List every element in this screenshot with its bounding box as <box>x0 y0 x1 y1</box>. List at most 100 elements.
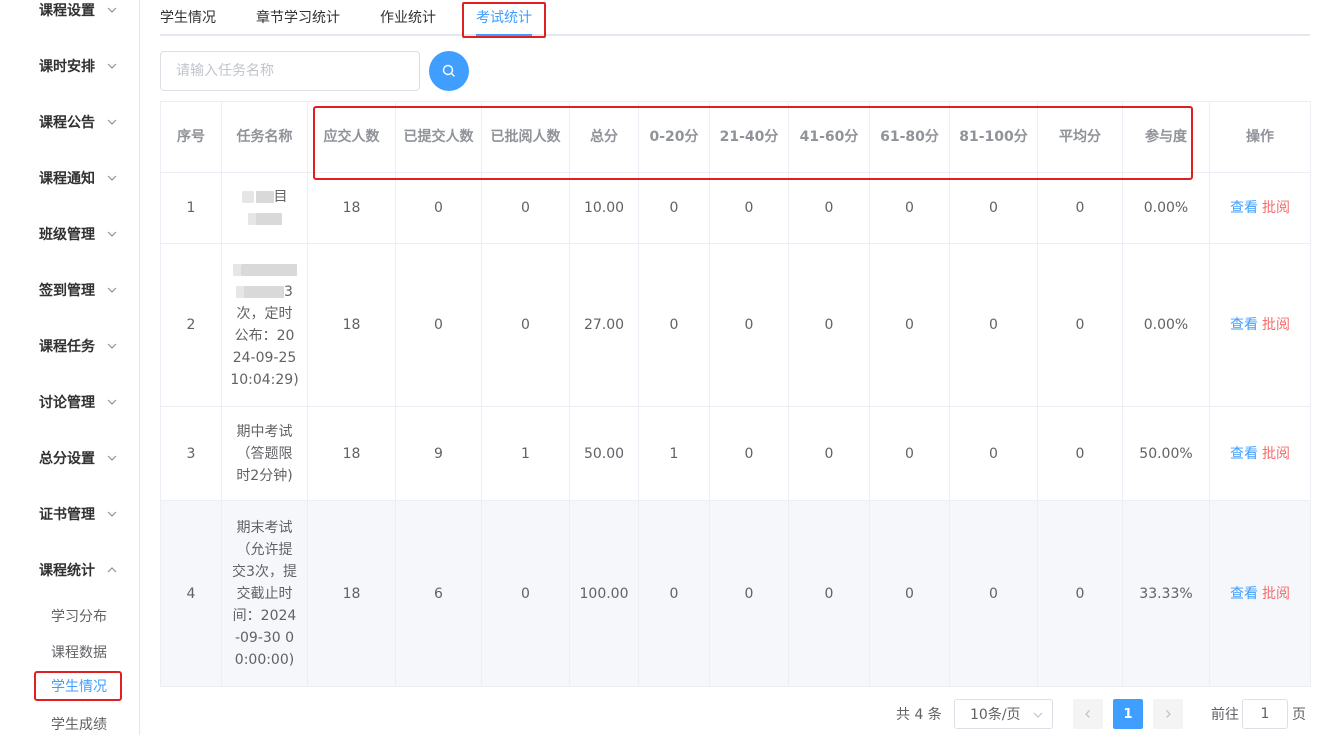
menu-course-tasks[interactable]: 课程任务 <box>0 326 139 366</box>
tab-homework-stats[interactable]: 作业统计 <box>380 0 436 36</box>
header-submitted: 已提交人数 <box>395 101 482 173</box>
cell-submitted: 0 <box>395 172 482 244</box>
menu-course-notice[interactable]: 课程通知 <box>0 158 139 198</box>
table-row: 1 目 18 0 0 10.00 0 0 0 0 0 0 0.00% 查看 批阅 <box>160 172 1311 244</box>
cell-range-61-80: 0 <box>869 172 950 244</box>
header-actions: 操作 <box>1209 101 1311 173</box>
cell-task-name: 3 次，定时 公布：20 24-09-25 10:04:29) <box>221 243 308 407</box>
task-name-line: 期中考试 <box>236 423 293 440</box>
cell-average: 0 <box>1037 243 1123 407</box>
view-link[interactable]: 查看 <box>1230 317 1258 333</box>
chevron-down-icon <box>107 175 117 181</box>
table-row: 3 期中考试 （答题限 时2分钟) 18 9 1 50.00 1 0 0 0 0… <box>160 406 1311 501</box>
chevron-down-icon <box>107 511 117 517</box>
active-tab-indicator <box>476 34 532 36</box>
menu-checkin-management[interactable]: 签到管理 <box>0 270 139 310</box>
cell-range-0-20: 0 <box>638 500 710 687</box>
cell-total-score: 100.00 <box>569 500 639 687</box>
menu-label: 讨论管理 <box>39 395 95 411</box>
chevron-down-icon <box>1033 712 1043 718</box>
cell-range-41-60: 0 <box>788 500 870 687</box>
task-name-line: 目 <box>226 186 303 208</box>
cell-range-0-20: 0 <box>638 243 710 407</box>
cell-actions: 查看 批阅 <box>1209 172 1311 244</box>
grade-link[interactable]: 批阅 <box>1262 200 1290 216</box>
submenu-label: 课程数据 <box>51 645 107 661</box>
prev-page-button[interactable] <box>1073 699 1103 729</box>
page-size-value: 10条/页 <box>970 707 1021 723</box>
submenu-student-status[interactable]: 学生情况 <box>34 671 122 701</box>
cell-index: 4 <box>160 500 222 687</box>
view-link[interactable]: 查看 <box>1230 446 1258 462</box>
menu-course-statistics[interactable]: 课程统计 <box>0 550 139 590</box>
search-input[interactable] <box>160 51 420 91</box>
task-name-line: 交截止时 <box>236 585 293 602</box>
chevron-down-icon <box>107 343 117 349</box>
menu-certificate-management[interactable]: 证书管理 <box>0 494 139 534</box>
header-range-0-20: 0-20分 <box>638 101 710 173</box>
cell-index: 1 <box>160 172 222 244</box>
menu-label: 课程设置 <box>39 3 95 19</box>
cell-range-21-40: 0 <box>709 500 789 687</box>
cell-task-name: 目 <box>221 172 308 244</box>
search-button[interactable] <box>429 51 469 91</box>
header-index: 序号 <box>160 101 222 173</box>
grade-link[interactable]: 批阅 <box>1262 317 1290 333</box>
view-link[interactable]: 查看 <box>1230 586 1258 602</box>
cell-submitted: 9 <box>395 406 482 501</box>
header-participation: 参与度 <box>1122 101 1210 173</box>
grade-link[interactable]: 批阅 <box>1262 586 1290 602</box>
cell-total-score: 27.00 <box>569 243 639 407</box>
cell-average: 0 <box>1037 172 1123 244</box>
menu-label: 课程统计 <box>39 563 95 579</box>
menu-total-score-settings[interactable]: 总分设置 <box>0 438 139 478</box>
cell-average: 0 <box>1037 406 1123 501</box>
menu-label: 总分设置 <box>39 451 95 467</box>
cell-participation: 50.00% <box>1122 406 1210 501</box>
exam-stats-table: 序号 任务名称 应交人数 已提交人数 已批阅人数 总分 0-20分 21-40分… <box>160 101 1311 687</box>
chevron-down-icon <box>107 7 117 13</box>
tab-chapter-study-stats[interactable]: 章节学习统计 <box>256 0 340 36</box>
submenu-learning-distribution[interactable]: 学习分布 <box>34 601 122 631</box>
menu-course-announcement[interactable]: 课程公告 <box>0 102 139 142</box>
submenu-label: 学生成绩 <box>51 717 107 733</box>
submenu-course-data[interactable]: 课程数据 <box>34 637 122 667</box>
cell-range-81-100: 0 <box>949 243 1038 407</box>
task-name-line: 公布：20 <box>234 328 295 344</box>
page-number-button[interactable]: 1 <box>1113 699 1143 729</box>
menu-label: 班级管理 <box>39 227 95 243</box>
search-icon <box>442 64 455 77</box>
cell-range-21-40: 0 <box>709 243 789 407</box>
cell-range-41-60: 0 <box>788 243 870 407</box>
cell-range-81-100: 0 <box>949 500 1038 687</box>
cell-should-submit: 18 <box>307 172 396 244</box>
chevron-left-icon <box>1085 710 1090 718</box>
menu-label: 课程通知 <box>39 171 95 187</box>
header-graded: 已批阅人数 <box>481 101 570 173</box>
cell-graded: 0 <box>481 243 570 407</box>
tab-exam-stats[interactable]: 考试统计 <box>476 0 532 36</box>
tab-student-status[interactable]: 学生情况 <box>160 0 216 36</box>
next-page-button[interactable] <box>1153 699 1183 729</box>
cell-participation: 0.00% <box>1122 243 1210 407</box>
table-row: 4 期末考试 （允许提 交3次，提 交截止时 间：2024 -09-30 0 0… <box>160 500 1311 687</box>
task-name-line: 0:00:00) <box>234 651 295 668</box>
task-name-line: 期末考试 <box>236 519 293 536</box>
cell-range-61-80: 0 <box>869 243 950 407</box>
cell-participation: 0.00% <box>1122 172 1210 244</box>
cell-range-21-40: 0 <box>709 172 789 244</box>
task-name-line: 24-09-25 <box>232 350 297 366</box>
cell-range-21-40: 0 <box>709 406 789 501</box>
page-size-select[interactable]: 10条/页 <box>954 699 1053 729</box>
menu-discussion-management[interactable]: 讨论管理 <box>0 382 139 422</box>
cell-submitted: 0 <box>395 243 482 407</box>
menu-class-management[interactable]: 班级管理 <box>0 214 139 254</box>
goto-page-input[interactable] <box>1242 699 1288 729</box>
menu-class-schedule[interactable]: 课时安排 <box>0 46 139 86</box>
goto-suffix: 页 <box>1292 707 1306 723</box>
cell-participation: 33.33% <box>1122 500 1210 687</box>
chevron-up-icon <box>107 567 117 573</box>
grade-link[interactable]: 批阅 <box>1262 446 1290 462</box>
view-link[interactable]: 查看 <box>1230 200 1258 216</box>
menu-course-settings[interactable]: 课程设置 <box>0 0 139 30</box>
